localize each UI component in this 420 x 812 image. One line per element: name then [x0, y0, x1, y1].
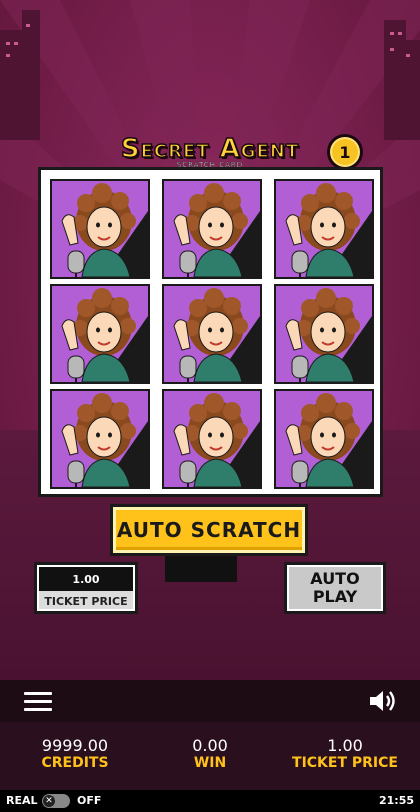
scratch-cell[interactable]: [274, 284, 374, 384]
auto-play-button[interactable]: AUTO PLAY: [284, 562, 386, 614]
singer-woman-symbol: [164, 391, 260, 487]
coin-badge: 1: [327, 134, 363, 170]
scratch-cell[interactable]: [274, 179, 374, 279]
mode-label: REAL: [6, 794, 38, 807]
win-stat: 0.00 WIN: [160, 736, 260, 771]
real-mode-toggle[interactable]: ✕: [42, 794, 70, 808]
singer-woman-symbol: [52, 286, 148, 382]
scratch-cell[interactable]: [162, 284, 262, 384]
singer-woman-symbol: [52, 181, 148, 277]
scratch-cell[interactable]: [274, 389, 374, 489]
scratch-cell[interactable]: [162, 389, 262, 489]
credits-label: CREDITS: [41, 755, 109, 771]
win-value: 0.00: [192, 736, 228, 755]
credits-value: 9999.00: [41, 736, 109, 755]
auto-scratch-button[interactable]: AUTO SCRATCH: [110, 504, 308, 556]
scratch-card: [38, 167, 383, 497]
game-title: Secret Agent SCRATCH CARD: [105, 133, 315, 169]
scratch-cell[interactable]: [162, 179, 262, 279]
auto-play-line1: AUTO: [310, 569, 360, 588]
ticket-price-value: 1.00: [39, 567, 133, 591]
auto-scratch-label: AUTO SCRATCH: [116, 518, 302, 542]
hamburger-icon[interactable]: [24, 692, 52, 712]
ticket-stat-label: TICKET PRICE: [292, 755, 398, 771]
credits-stat: 9999.00 CREDITS: [20, 736, 130, 771]
speaker-icon[interactable]: [368, 688, 398, 714]
scratch-cell[interactable]: [50, 389, 150, 489]
singer-woman-symbol: [164, 181, 260, 277]
symbol-grid: [50, 179, 374, 489]
win-label: WIN: [193, 755, 227, 771]
scratch-cell[interactable]: [50, 179, 150, 279]
singer-woman-symbol: [276, 181, 372, 277]
ticket-price-label: TICKET PRICE: [44, 595, 128, 608]
title-text: Secret Agent: [120, 133, 300, 165]
status-bar: REAL ✕ OFF 21:55: [0, 790, 420, 812]
stats-bar: 9999.00 CREDITS 0.00 WIN 1.00 TICKET PRI…: [0, 722, 420, 790]
coin-value: 1: [339, 142, 351, 162]
scratch-cell[interactable]: [50, 284, 150, 384]
toggle-close-icon: ✕: [43, 795, 55, 807]
singer-woman-symbol: [52, 391, 148, 487]
ticket-stat: 1.00 TICKET PRICE: [290, 736, 400, 771]
toggle-state: OFF: [77, 794, 102, 807]
city-skyline: [0, 10, 420, 140]
singer-woman-symbol: [164, 286, 260, 382]
ticket-price-box[interactable]: 1.00 TICKET PRICE: [34, 562, 138, 614]
menu-bar: [0, 680, 420, 722]
clock: 21:55: [378, 794, 414, 807]
dark-panel: [165, 556, 237, 582]
ticket-stat-value: 1.00: [327, 736, 363, 755]
auto-play-line2: PLAY: [312, 587, 358, 606]
singer-woman-symbol: [276, 391, 372, 487]
singer-woman-symbol: [276, 286, 372, 382]
